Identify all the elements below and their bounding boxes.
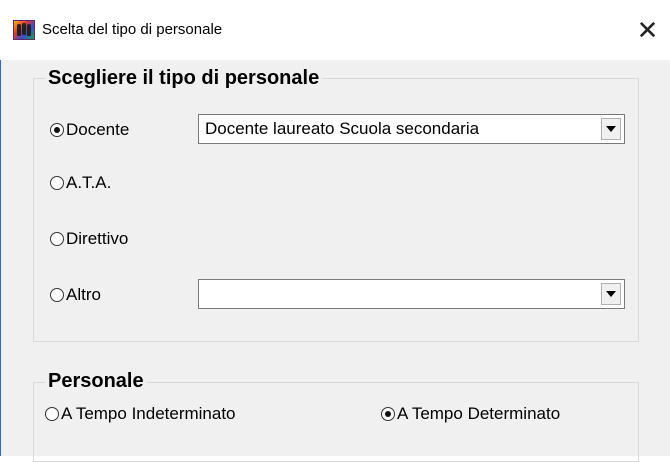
radio-tempo-indeterminato[interactable]: A Tempo Indeterminato (45, 404, 236, 424)
radio-direttivo[interactable]: Direttivo (50, 229, 128, 249)
title-bar[interactable]: Scelta del tipo di personale ✕ (0, 0, 670, 60)
radio-tempo-determinato-label: A Tempo Determinato (397, 404, 561, 423)
radio-tempo-indeterminato-label: A Tempo Indeterminato (61, 404, 236, 423)
dialog-client-area: Scegliere il tipo di personale Docente D… (1, 60, 670, 462)
radio-ata[interactable]: A.T.A. (50, 173, 111, 193)
altro-type-dropdown-button[interactable] (601, 283, 621, 305)
radio-altro-label: Altro (66, 285, 101, 304)
radio-tempo-indeterminato-indicator[interactable] (45, 407, 59, 421)
radio-direttivo-label: Direttivo (66, 229, 129, 248)
radio-altro-indicator[interactable] (50, 288, 64, 302)
radio-altro[interactable]: Altro (50, 285, 101, 305)
tipo-personale-group-title: Scegliere il tipo di personale (45, 66, 323, 90)
app-people-icon (13, 20, 35, 40)
close-button[interactable]: ✕ (625, 10, 670, 50)
altro-type-select[interactable] (198, 279, 625, 309)
personale-group-title: Personale (45, 369, 147, 393)
radio-docente[interactable]: Docente (50, 120, 129, 140)
window-title: Scelta del tipo di personale (42, 21, 223, 38)
radio-docente-indicator[interactable] (50, 123, 64, 137)
docente-type-dropdown-button[interactable] (601, 118, 621, 140)
docente-type-select-value: Docente laureato Scuola secondaria (205, 119, 480, 138)
close-icon: ✕ (636, 15, 659, 45)
chevron-down-icon (606, 291, 616, 297)
radio-direttivo-indicator[interactable] (50, 232, 64, 246)
radio-tempo-determinato[interactable]: A Tempo Determinato (381, 404, 560, 424)
docente-type-select[interactable]: Docente laureato Scuola secondaria (198, 114, 625, 144)
chevron-down-icon (606, 126, 616, 132)
radio-tempo-determinato-indicator[interactable] (381, 407, 395, 421)
radio-ata-label: A.T.A. (66, 173, 112, 192)
radio-docente-label: Docente (66, 120, 130, 139)
radio-ata-indicator[interactable] (50, 176, 64, 190)
